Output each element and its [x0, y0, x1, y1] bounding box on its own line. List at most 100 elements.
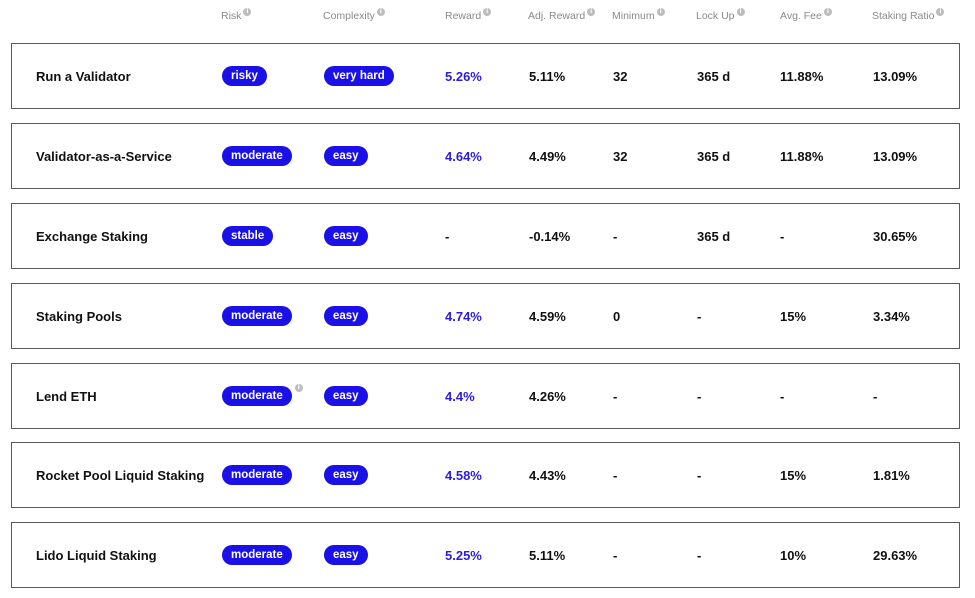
table-row[interactable]: Exchange Staking stable easy - -0.14% - … — [11, 203, 960, 269]
header-lock-up: Lock Up i — [696, 8, 745, 22]
minimum-value: 32 — [613, 148, 628, 164]
header-complexity-label: Complexity — [323, 10, 375, 22]
table-row[interactable]: Lido Liquid Staking moderate easy 5.25% … — [11, 522, 960, 588]
adj-reward-value: 5.11% — [529, 547, 566, 563]
avg-fee-value: 15% — [780, 308, 807, 324]
lock-up-value: 365 d — [697, 68, 731, 84]
risk-badge: moderate — [222, 545, 292, 565]
avg-fee-value: 11.88% — [780, 68, 824, 84]
info-icon[interactable]: i — [376, 8, 385, 16]
staking-ratio-value: 29.63% — [873, 547, 918, 563]
header-lock-up-label: Lock Up — [696, 10, 735, 22]
header-adj-reward: Adj. Reward i — [528, 8, 596, 22]
header-minimum: Minimum i — [612, 8, 665, 22]
reward-value: 4.4% — [445, 388, 475, 404]
minimum-value: - — [613, 467, 618, 483]
minimum-value: 0 — [613, 308, 621, 324]
complexity-cell: easy — [324, 364, 368, 428]
complexity-badge: easy — [324, 386, 368, 406]
header-reward-label: Reward — [445, 10, 482, 22]
risk-badge: moderate — [222, 386, 292, 406]
header-complexity: Complexity i — [323, 8, 385, 22]
header-staking-ratio: Staking Ratio i — [872, 8, 945, 22]
row-name: Lend ETH — [36, 388, 97, 404]
complexity-badge: easy — [324, 226, 368, 246]
header-risk: Risk i — [221, 8, 252, 22]
info-icon[interactable]: i — [294, 384, 303, 392]
adj-reward-value: -0.14% — [529, 228, 571, 244]
complexity-cell: easy — [324, 204, 368, 268]
row-name: Rocket Pool Liquid Staking — [36, 467, 205, 483]
risk-badge: risky — [222, 66, 267, 86]
table-header: Risk i Complexity i Reward i Adj. Reward i M… — [0, 8, 975, 30]
complexity-cell: easy — [324, 124, 368, 188]
risk-badge: stable — [222, 226, 274, 246]
info-icon[interactable]: i — [243, 8, 252, 16]
adj-reward-value: 5.11% — [529, 68, 566, 84]
reward-value: 4.64% — [445, 148, 482, 164]
adj-reward-value: 4.59% — [529, 308, 566, 324]
adj-reward-value: 4.26% — [529, 388, 566, 404]
staking-ratio-value: 3.34% — [873, 308, 910, 324]
lock-up-value: - — [697, 308, 702, 324]
avg-fee-value: 15% — [780, 467, 807, 483]
staking-ratio-value: 13.09% — [873, 148, 918, 164]
reward-value: 5.26% — [445, 68, 482, 84]
reward-value: 5.25% — [445, 547, 482, 563]
lock-up-value: - — [697, 388, 702, 404]
table-row[interactable]: Rocket Pool Liquid Staking moderate easy… — [11, 442, 960, 508]
minimum-value: - — [613, 547, 618, 563]
info-icon[interactable]: i — [483, 8, 492, 16]
header-reward: Reward i — [445, 8, 492, 22]
row-name: Run a Validator — [36, 68, 131, 84]
row-name: Exchange Staking — [36, 228, 148, 244]
reward-value: 4.58% — [445, 467, 482, 483]
complexity-cell: easy — [324, 284, 368, 348]
adj-reward-value: 4.43% — [529, 467, 566, 483]
row-name: Validator-as-a-Service — [36, 148, 172, 164]
complexity-cell: very hard — [324, 44, 394, 108]
table-row[interactable]: Run a Validator risky very hard 5.26% 5.… — [11, 43, 960, 109]
reward-value: - — [445, 228, 450, 244]
avg-fee-value: - — [780, 388, 785, 404]
complexity-badge: easy — [324, 465, 368, 485]
staking-ratio-value: - — [873, 388, 878, 404]
complexity-badge: easy — [324, 306, 368, 326]
minimum-value: 32 — [613, 68, 628, 84]
table-row[interactable]: Lend ETH moderate i easy 4.4% 4.26% - - -… — [11, 363, 960, 429]
staking-ratio-value: 1.81% — [873, 467, 910, 483]
header-staking-ratio-label: Staking Ratio — [872, 10, 935, 22]
table-row[interactable]: Validator-as-a-Service moderate easy 4.6… — [11, 123, 960, 189]
complexity-cell: easy — [324, 523, 368, 587]
complexity-cell: easy — [324, 443, 368, 507]
avg-fee-value: 11.88% — [780, 148, 824, 164]
risk-cell: stable — [222, 204, 274, 268]
risk-cell: moderate — [222, 124, 292, 188]
adj-reward-value: 4.49% — [529, 148, 566, 164]
risk-cell: moderate i — [222, 364, 303, 428]
table-row[interactable]: Staking Pools moderate easy 4.74% 4.59% … — [11, 283, 960, 349]
complexity-badge: very hard — [324, 66, 394, 86]
info-icon[interactable]: i — [823, 8, 832, 16]
staking-ratio-value: 13.09% — [873, 68, 918, 84]
minimum-value: - — [613, 388, 618, 404]
avg-fee-value: - — [780, 228, 785, 244]
staking-ratio-value: 30.65% — [873, 228, 918, 244]
lock-up-value: - — [697, 467, 702, 483]
info-icon[interactable]: i — [656, 8, 665, 16]
risk-cell: risky — [222, 44, 267, 108]
risk-cell: moderate — [222, 284, 292, 348]
lock-up-value: - — [697, 547, 702, 563]
row-name: Staking Pools — [36, 308, 122, 324]
info-icon[interactable]: i — [936, 8, 945, 16]
header-adj-reward-label: Adj. Reward — [528, 10, 586, 22]
lock-up-value: 365 d — [697, 148, 731, 164]
avg-fee-value: 10% — [780, 547, 807, 563]
lock-up-value: 365 d — [697, 228, 731, 244]
info-icon[interactable]: i — [587, 8, 596, 16]
complexity-badge: easy — [324, 146, 368, 166]
info-icon[interactable]: i — [736, 8, 745, 16]
risk-badge: moderate — [222, 306, 292, 326]
reward-value: 4.74% — [445, 308, 482, 324]
complexity-badge: easy — [324, 545, 368, 565]
